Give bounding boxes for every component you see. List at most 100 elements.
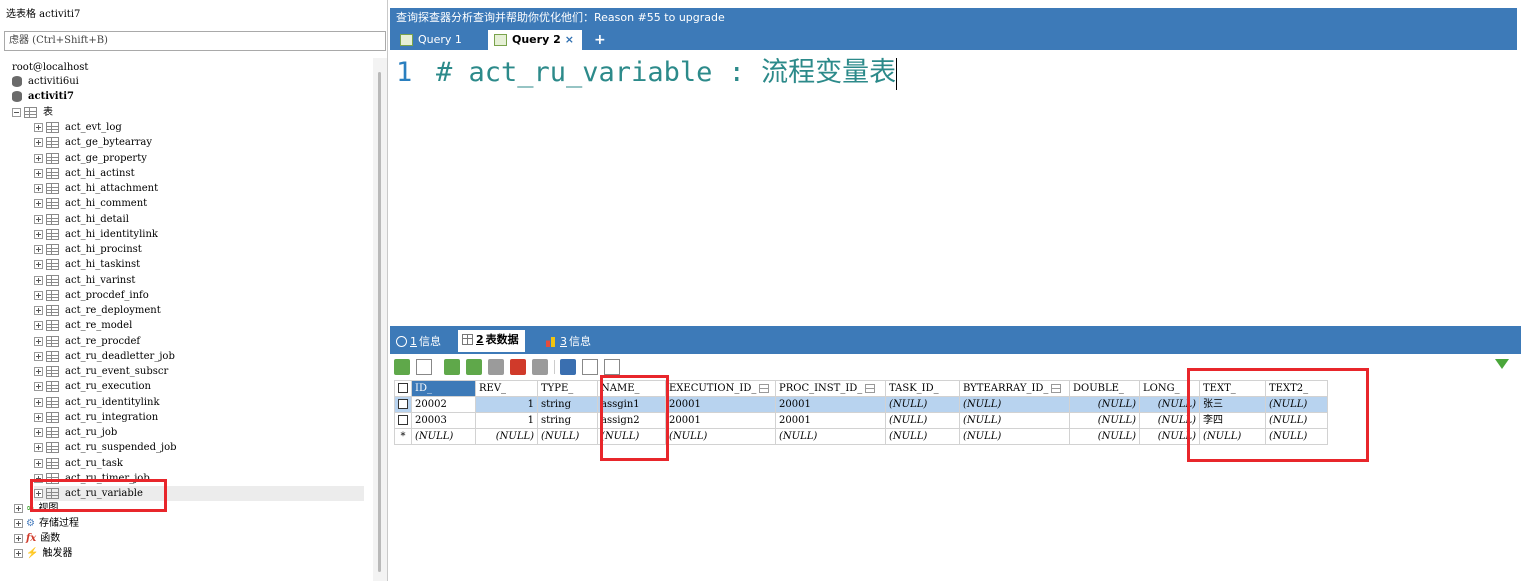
grid-cell[interactable]: string [537,396,598,413]
column-header[interactable]: REV_ [475,380,538,397]
grid-cell[interactable]: (NULL) [1069,428,1140,445]
tree-table-item[interactable]: act_hi_identitylink [34,227,364,242]
save-icon[interactable] [488,359,504,375]
tree-db-activiti6ui[interactable]: activiti6ui [12,74,79,89]
tree-table-item[interactable]: act_re_deployment [34,303,364,318]
grid-cell[interactable]: 1 [475,412,538,429]
expand-icon[interactable] [34,351,43,361]
tree-table-item[interactable]: act_ru_integration [34,410,364,425]
tree-scrollbar[interactable] [373,58,387,581]
expand-icon[interactable] [34,260,43,270]
tree-table-item[interactable]: act_procdef_info [34,288,364,303]
tree-table-item[interactable]: act_re_model [34,318,364,333]
grid-cell[interactable]: 20001 [665,396,776,413]
grid-cell[interactable]: (NULL) [1069,412,1140,429]
cancel-icon[interactable] [532,359,548,375]
code-line[interactable]: # act_ru_variable : 流程变量表 [436,53,898,93]
expand-icon[interactable] [14,504,23,513]
expand-icon[interactable] [34,443,43,453]
expand-icon[interactable] [34,199,43,209]
tree-table-item[interactable]: act_ru_execution [34,379,364,394]
column-header[interactable]: ID_ [411,380,476,397]
grid-cell[interactable]: 20001 [775,396,886,413]
tree-table-item[interactable]: act_ru_task [34,456,364,471]
tree-table-item[interactable]: act_ru_suspended_job [34,440,364,455]
grid-cell[interactable]: (NULL) [959,412,1070,429]
tree-table-item[interactable]: act_hi_procinst [34,242,364,257]
expand-icon[interactable] [34,290,43,300]
column-header[interactable]: BYTEARRAY_ID_ [959,380,1070,397]
expand-icon[interactable] [34,229,43,239]
expand-icon[interactable] [34,168,43,178]
form-view-icon[interactable] [582,359,598,375]
expand-icon[interactable] [14,549,23,558]
grid-cell[interactable]: 20001 [665,412,776,429]
duplicate-row-icon[interactable] [444,359,460,375]
tab-messages[interactable]: 1 信息 [392,332,441,352]
expand-icon[interactable] [34,306,43,315]
insert-row-icon[interactable] [416,359,432,375]
expand-icon[interactable] [34,412,43,422]
tree-connection[interactable]: root@localhost [12,60,88,75]
tree-table-item[interactable]: act_re_procdef [34,334,364,349]
tab-info[interactable]: 3 信息 [542,332,591,352]
tree-db-activiti7[interactable]: activiti7 [12,89,74,104]
grid-cell[interactable]: (NULL) [665,428,776,445]
tree-table-item[interactable]: act_ru_job [34,425,364,440]
sql-editor[interactable]: 1 # act_ru_variable : 流程变量表 [390,50,1521,326]
tree-table-item[interactable]: act_ru_deadletter_job [34,349,364,364]
grid-cell[interactable]: 20001 [775,412,886,429]
tree-table-item[interactable]: act_hi_detail [34,212,364,227]
checkbox-icon[interactable] [398,415,408,425]
grid-cell[interactable]: (NULL) [959,428,1070,445]
tree-table-item[interactable]: act_ru_identitylink [34,395,364,410]
column-header[interactable]: DOUBLE_ [1069,380,1140,397]
tree-tables-folder[interactable]: 表 [12,105,53,120]
grid-cell[interactable]: (NULL) [885,412,960,429]
row-checkbox[interactable] [394,396,412,413]
tree-table-item[interactable]: act_hi_actinst [34,166,364,181]
grid-cell[interactable]: (NULL) [475,428,538,445]
column-header[interactable]: EXECUTION_ID_ [665,380,776,397]
grid-cell[interactable]: (NULL) [537,428,598,445]
tab-table-data[interactable]: 2 表数据 [458,330,525,352]
expand-icon[interactable] [34,184,43,193]
grid-cell[interactable]: (NULL) [1069,396,1140,413]
new-query-button[interactable]: + [594,30,606,50]
collapse-icon[interactable] [12,108,21,117]
checkbox-icon[interactable] [398,399,408,409]
grid-cell[interactable]: (NULL) [885,396,960,413]
expand-icon[interactable] [34,123,43,132]
select-all-checkbox[interactable] [394,380,412,397]
tree-table-item[interactable]: act_ge_property [34,151,364,166]
expand-icon[interactable] [34,214,43,224]
expand-icon[interactable] [14,534,23,543]
tree-table-item[interactable]: act_hi_taskinst [34,257,364,272]
expand-icon[interactable] [34,382,43,392]
tree-table-item[interactable]: act_hi_varinst [34,273,364,288]
expand-icon[interactable] [34,397,43,407]
expand-icon[interactable] [34,245,43,254]
expand-icon[interactable] [34,138,43,148]
filter-icon[interactable] [1495,359,1509,369]
tree-table-item[interactable]: act_hi_comment [34,196,364,211]
expand-icon[interactable] [34,428,43,437]
expand-icon[interactable] [34,367,43,376]
grid-cell[interactable]: 20002 [411,396,476,413]
grid-cell[interactable]: (NULL) [885,428,960,445]
close-icon[interactable]: × [565,33,574,46]
refresh-icon[interactable] [394,359,410,375]
text-view-icon[interactable] [604,359,620,375]
column-header[interactable]: TASK_ID_ [885,380,960,397]
tab-query-1[interactable]: Query 1 [394,30,480,50]
grid-cell[interactable]: 20003 [411,412,476,429]
tree-table-item[interactable]: act_ge_bytearray [34,135,364,150]
grid-cell[interactable]: (NULL) [959,396,1070,413]
checkbox-icon[interactable] [398,383,408,393]
expand-icon[interactable] [34,153,43,163]
tab-query-2[interactable]: Query 2 × [488,30,582,50]
expand-icon[interactable] [34,336,43,346]
expand-icon[interactable] [34,321,43,331]
expand-icon[interactable] [34,458,43,468]
grid-view-icon[interactable] [560,359,576,375]
